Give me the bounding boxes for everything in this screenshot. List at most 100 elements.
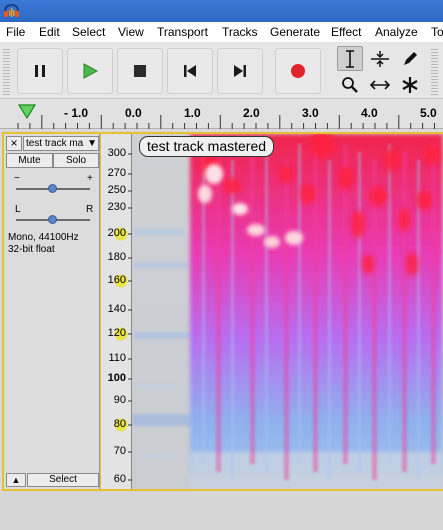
spectrogram-band: [265, 152, 268, 472]
multi-tool[interactable]: [397, 72, 423, 97]
menu-view[interactable]: View: [118, 25, 144, 39]
spectrogram-band: [284, 160, 289, 480]
skip-to-start-icon: [184, 65, 196, 77]
menu-analyze[interactable]: Analyze: [375, 25, 418, 39]
menu-generate[interactable]: Generate: [270, 25, 320, 39]
track-name-menu-button[interactable]: test track ma ▼: [23, 136, 99, 151]
spectrogram-peak: [279, 165, 293, 183]
toolbar-grip[interactable]: [431, 49, 438, 95]
spectrogram-peak: [338, 166, 354, 190]
spectrogram-peak: [362, 254, 374, 274]
mute-button[interactable]: Mute: [6, 153, 53, 168]
frequency-label: 90: [113, 394, 126, 406]
stop-icon: [134, 65, 146, 77]
gain-slider-thumb[interactable]: [48, 184, 57, 193]
collapse-arrow-icon: ▲: [11, 475, 21, 485]
play-head-icon[interactable]: [18, 104, 36, 120]
double-arrow-icon: [370, 79, 390, 90]
pan-left-label: L: [15, 204, 21, 215]
solo-button[interactable]: Solo: [53, 153, 99, 168]
spectrogram-peak: [223, 178, 241, 194]
toolbar-grip[interactable]: [3, 49, 10, 95]
envelope-tool[interactable]: [367, 46, 393, 71]
ruler-label: 0.0: [125, 106, 142, 120]
spectrogram-peak: [384, 148, 400, 172]
spectrogram-peak: [369, 186, 387, 206]
frequency-label: 160: [107, 274, 126, 286]
spectrogram-band: [402, 152, 407, 472]
draw-tool[interactable]: [397, 46, 423, 71]
track-info: Mono, 44100Hz 32-bit float: [8, 232, 79, 256]
dropdown-arrow-icon: ▼: [87, 138, 97, 149]
skip-to-start-button[interactable]: [167, 48, 213, 94]
ruler-label: 3.0: [302, 106, 319, 120]
menu-tools[interactable]: To: [431, 25, 443, 39]
envelope-icon: [371, 50, 389, 67]
spectrogram-view[interactable]: [132, 134, 443, 489]
play-icon: [83, 63, 98, 79]
zoom-tool[interactable]: [337, 72, 363, 97]
record-icon: [291, 64, 305, 78]
spectrogram-peak: [416, 190, 432, 210]
collapse-track-button[interactable]: ▲: [6, 473, 26, 487]
spectrogram-band: [431, 144, 436, 464]
time-shift-tool[interactable]: [367, 72, 393, 97]
frequency-label: 120: [107, 327, 126, 339]
skip-to-end-button[interactable]: [217, 48, 263, 94]
title-bar: [0, 0, 443, 22]
menu-file[interactable]: File: [6, 25, 25, 39]
track-title-label: test track mastered: [139, 136, 275, 157]
frequency-label: 250: [107, 184, 126, 196]
pan-slider-thumb[interactable]: [48, 215, 57, 224]
gain-min-label: −: [14, 173, 20, 184]
spectrogram-band: [250, 144, 255, 464]
i-beam-icon: [346, 49, 354, 68]
menu-select[interactable]: Select: [72, 25, 105, 39]
spectrogram-peak: [300, 184, 316, 204]
track-control-panel: × test track ma ▼ Mute Solo − + L R Mono…: [4, 134, 100, 489]
close-icon: ×: [10, 136, 18, 150]
frequency-label: 100: [107, 372, 126, 384]
pause-icon: [35, 65, 45, 77]
transport-toolbar: [0, 43, 443, 99]
track-area-background: [0, 491, 443, 530]
ruler-label: - 1.0: [64, 106, 89, 120]
track-bit-depth: 32-bit float: [8, 244, 55, 255]
spectrogram-band: [343, 144, 348, 464]
frequency-ruler[interactable]: 300 270 250 230 200 180 160 140 120 110 100 90 80 70 6…: [101, 134, 132, 489]
skip-to-end-icon: [234, 65, 246, 77]
menu-transport[interactable]: Transport: [157, 25, 208, 39]
select-track-button[interactable]: Select: [27, 473, 99, 487]
ruler-label: 4.0: [361, 106, 378, 120]
frequency-label: 80: [113, 418, 126, 430]
play-button[interactable]: [67, 48, 113, 94]
frequency-label: 230: [107, 201, 126, 213]
spectrogram-peak: [424, 144, 440, 164]
pan-right-label: R: [86, 204, 94, 215]
spectrogram-band: [216, 152, 221, 472]
record-button[interactable]: [275, 48, 321, 94]
menu-effect[interactable]: Effect: [331, 25, 361, 39]
frequency-label: 300: [107, 147, 126, 159]
spectrogram-band: [328, 160, 331, 480]
frequency-label: 200: [107, 227, 126, 239]
frequency-label: 270: [107, 167, 126, 179]
ruler-label: 5.0: [420, 106, 437, 120]
close-track-button[interactable]: ×: [6, 136, 22, 151]
stop-button[interactable]: [117, 48, 163, 94]
tools-toolbar: [337, 46, 429, 98]
gain-max-label: +: [87, 173, 93, 184]
pause-button[interactable]: [17, 48, 63, 94]
spectrogram-band: [358, 152, 361, 472]
frequency-label: 110: [108, 352, 126, 364]
menu-tracks[interactable]: Tracks: [222, 25, 258, 39]
ruler-label: 2.0: [243, 106, 260, 120]
audacity-logo-icon: [4, 3, 19, 17]
timeline-ruler[interactable]: - 1.0 0.0 1.0 2.0 3.0 4.0 5.0: [0, 99, 443, 129]
track-format: Mono, 44100Hz: [8, 232, 79, 243]
track-name: test track ma: [26, 138, 84, 149]
menu-edit[interactable]: Edit: [39, 25, 60, 39]
spectrogram-band: [388, 144, 391, 464]
selection-tool[interactable]: [337, 46, 363, 71]
spectrogram-image: [132, 134, 443, 489]
